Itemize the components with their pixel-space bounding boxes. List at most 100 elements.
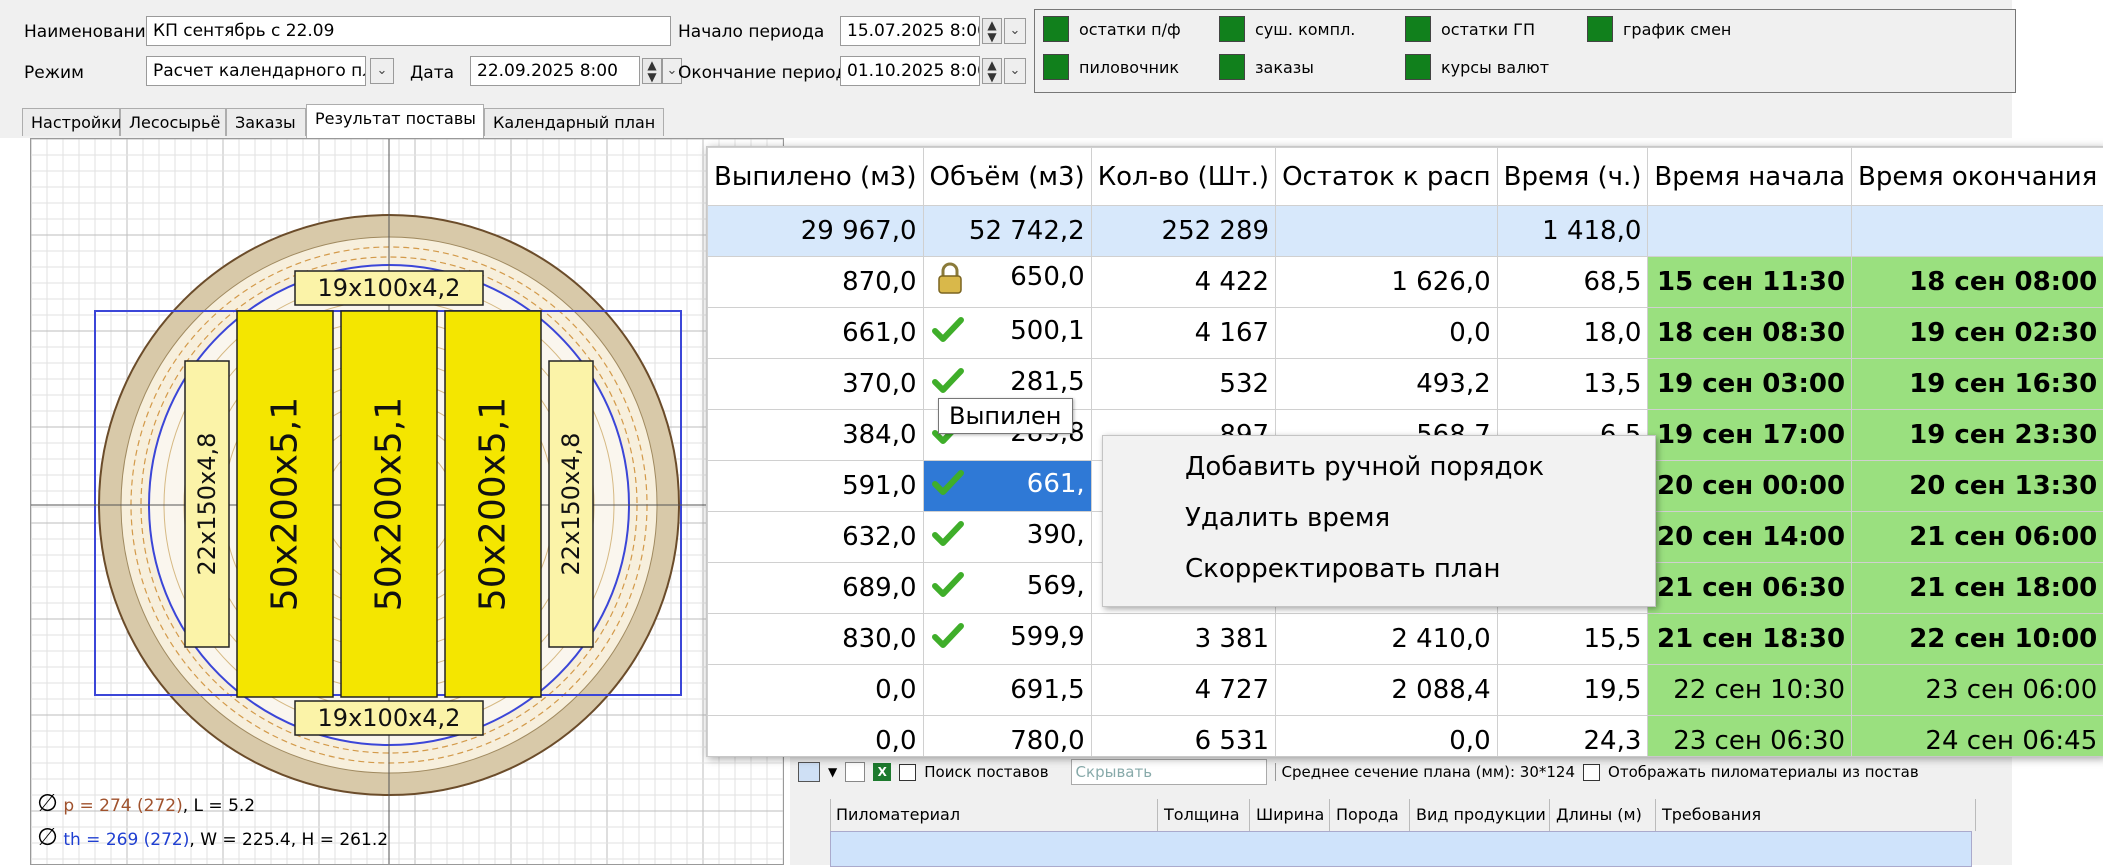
chevron-down-icon[interactable]: ⌄	[370, 58, 394, 84]
end-time-cell: 23 сен 06:00	[1852, 665, 2103, 716]
end-time-cell: 21 сен 18:00	[1852, 563, 2103, 614]
lumber-column-header[interactable]: Ширина	[1250, 799, 1330, 831]
table-row[interactable]: 0,0780,06 5310,024,323 сен 06:3024 сен 0…	[708, 716, 2103, 758]
board[interactable]: 22x150x4,8	[549, 361, 593, 647]
excel-icon[interactable]: X	[873, 763, 891, 781]
search-checkbox[interactable]	[899, 764, 916, 781]
table-row[interactable]: 0,0691,54 7272 088,419,522 сен 10:3023 с…	[708, 665, 2103, 716]
legend-item[interactable]: заказы	[1219, 54, 1314, 80]
board[interactable]: 50x200x5,1	[341, 311, 437, 697]
context-menu-item[interactable]: Удалить время	[1185, 503, 1390, 533]
tab-1[interactable]: Настройки	[22, 108, 120, 136]
mode-select[interactable]: Расчет календарного пл	[146, 56, 366, 86]
board[interactable]: 50x200x5,1	[445, 311, 541, 697]
spinner-icon[interactable]: ▲▼	[982, 18, 1002, 44]
volume-cell[interactable]: 390,	[923, 512, 1091, 563]
sawing-pattern-panel: 19x100x4,222x150x4,850x200x5,150x200x5,1…	[30, 138, 784, 865]
rest-cell: 2 088,4	[1276, 665, 1498, 716]
tab-2[interactable]: Лесосырьё	[120, 108, 226, 136]
stat-2-value: 269 (272)	[106, 830, 190, 850]
table-view-icon[interactable]	[798, 762, 820, 782]
volume-value: 599,9	[1010, 622, 1084, 652]
volume-value: 569,	[1027, 571, 1085, 601]
lumber-column-header[interactable]: Толщина	[1158, 799, 1250, 831]
bottom-toolbar: ▼ X Поиск поставов Скрывать Среднее сече…	[798, 759, 1919, 785]
lumber-column-header[interactable]: Порода	[1330, 799, 1410, 831]
stat-line-2: ∅ th = 269 (272), W = 225.4, H = 261.2	[37, 823, 388, 851]
sawn-cell: 591,0	[708, 461, 924, 512]
table-row[interactable]: 830,0599,93 3812 410,015,521 сен 18:3022…	[708, 614, 2103, 665]
legend-item[interactable]: график смен	[1587, 16, 1731, 42]
legend-item[interactable]: остатки п/ф	[1043, 16, 1181, 42]
tab-4[interactable]: Результат поставы	[306, 104, 484, 138]
volume-cell[interactable]: 691,5	[923, 665, 1091, 716]
board[interactable]: 19x100x4,2	[295, 701, 483, 735]
show-lumber-checkbox[interactable]	[1583, 764, 1600, 781]
spinner-icon[interactable]: ▲▼	[982, 58, 1002, 84]
spinner-icon[interactable]: ▲▼	[642, 58, 662, 84]
avg-section-text: Среднее сечение плана (мм): 30*124	[1275, 763, 1575, 781]
table-row[interactable]: 870,0650,04 4221 626,068,515 сен 11:3018…	[708, 257, 2103, 308]
end-time-cell: 19 сен 23:30	[1852, 410, 2103, 461]
context-menu-item[interactable]: Добавить ручной порядок	[1185, 452, 1544, 482]
legend-item[interactable]: остатки ГП	[1405, 16, 1535, 42]
totals-cell: 29 967,0	[708, 206, 924, 257]
chevron-down-icon[interactable]: ▼	[828, 765, 837, 779]
volume-cell[interactable]: 569,	[923, 563, 1091, 614]
column-header[interactable]: Выпилено (м3)	[708, 148, 924, 206]
lumber-empty-row[interactable]	[830, 831, 1972, 867]
sawn-cell: 632,0	[708, 512, 924, 563]
volume-cell[interactable]: 661,	[923, 461, 1091, 512]
tab-5[interactable]: Календарный план	[484, 108, 664, 136]
board[interactable]: 19x100x4,2	[295, 271, 483, 305]
start-time-cell: 20 сен 14:00	[1648, 512, 1852, 563]
volume-cell[interactable]: 599,9	[923, 614, 1091, 665]
lumber-column-header[interactable]: Требования	[1656, 799, 1976, 831]
chevron-down-icon[interactable]: ⌄	[1004, 18, 1026, 44]
table-row[interactable]: 370,0281,5532493,213,519 сен 03:0019 сен…	[708, 359, 2103, 410]
lumber-column-header[interactable]: Пиломатериал	[830, 799, 1158, 831]
legend-item[interactable]: суш. компл.	[1219, 16, 1355, 42]
qty-cell: 3 381	[1091, 614, 1275, 665]
period-end-input[interactable]: 01.10.2025 8:00	[840, 56, 980, 86]
context-menu-item[interactable]: Скорректировать план	[1185, 554, 1500, 584]
date-input[interactable]: 22.09.2025 8:00	[470, 56, 640, 86]
volume-cell[interactable]: 650,0	[923, 257, 1091, 308]
period-start-input[interactable]: 15.07.2025 8:00	[840, 16, 980, 46]
sawn-cell: 830,0	[708, 614, 924, 665]
column-header[interactable]: Кол-во (Шт.)	[1091, 148, 1275, 206]
board[interactable]: 50x200x5,1	[237, 311, 333, 697]
column-header[interactable]: Время (ч.)	[1497, 148, 1648, 206]
lumber-column-header[interactable]: Длины (м)	[1550, 799, 1656, 831]
lock-icon	[930, 262, 964, 303]
status-swatch-icon	[1587, 16, 1613, 42]
column-header[interactable]: Время окончания	[1852, 148, 2103, 206]
hide-select[interactable]: Скрывать	[1071, 759, 1267, 785]
sawn-cell: 384,0	[708, 410, 924, 461]
qty-cell: 6 531	[1091, 716, 1275, 758]
board-label: 19x100x4,2	[318, 274, 461, 302]
board-label: 50x200x5,1	[369, 397, 410, 611]
document-icon[interactable]	[845, 762, 865, 782]
volume-cell[interactable]: 500,1	[923, 308, 1091, 359]
legend-item[interactable]: курсы валют	[1405, 54, 1549, 80]
board-label: 22x150x4,8	[557, 433, 585, 576]
start-time-cell: 19 сен 17:00	[1648, 410, 1852, 461]
hours-cell: 24,3	[1497, 716, 1648, 758]
volume-value: 281,5	[1010, 367, 1084, 397]
column-header[interactable]: Остаток к расп	[1276, 148, 1498, 206]
search-label: Поиск поставов	[924, 763, 1048, 781]
totals-cell: 1 418,0	[1497, 206, 1648, 257]
chevron-down-icon[interactable]: ⌄	[1004, 58, 1026, 84]
legend-item[interactable]: пиловочник	[1043, 54, 1179, 80]
lumber-column-header[interactable]: Вид продукции	[1410, 799, 1550, 831]
check-icon	[930, 520, 964, 555]
board[interactable]: 22x150x4,8	[185, 361, 229, 647]
name-input[interactable]: КП сентябрь с 22.09	[146, 16, 671, 46]
table-row[interactable]: 661,0500,14 1670,018,018 сен 08:3019 сен…	[708, 308, 2103, 359]
tab-3[interactable]: Заказы	[226, 108, 306, 136]
volume-value: 390,	[1027, 520, 1085, 550]
column-header[interactable]: Объём (м3)	[923, 148, 1091, 206]
volume-cell[interactable]: 780,0	[923, 716, 1091, 758]
column-header[interactable]: Время начала	[1648, 148, 1852, 206]
